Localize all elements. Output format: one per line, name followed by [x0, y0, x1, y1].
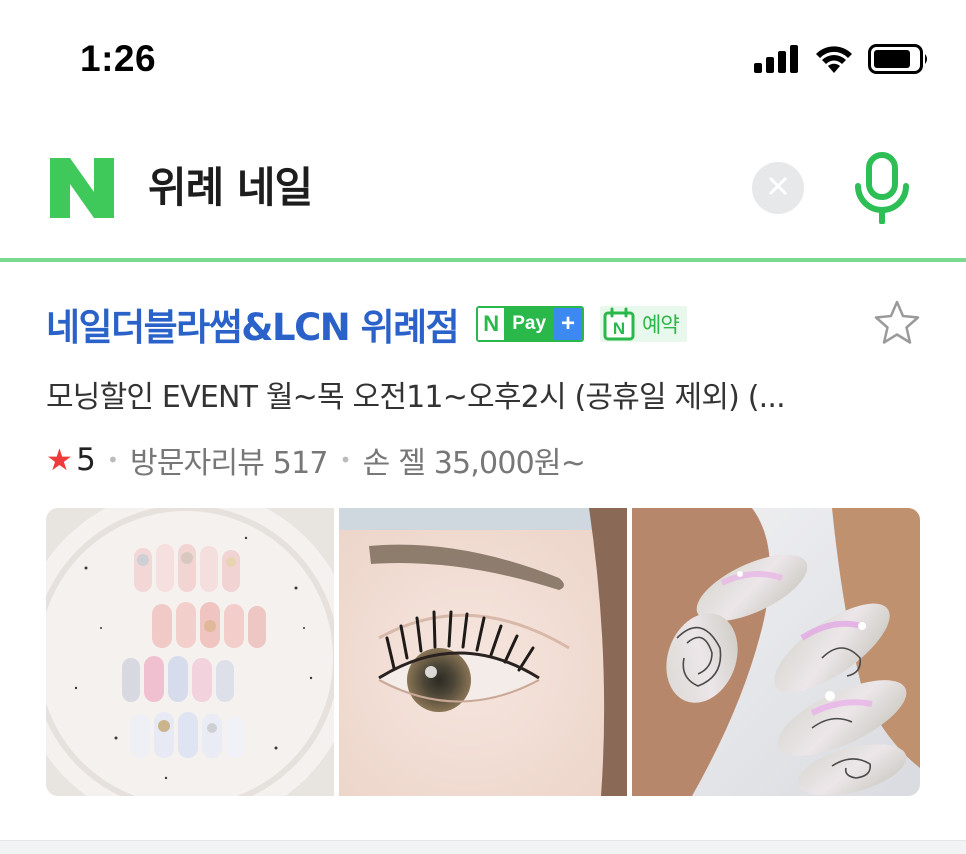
search-underline: [0, 258, 966, 262]
cellular-signal-icon: [754, 45, 800, 77]
rating-value: 5: [76, 442, 96, 478]
npay-plus-icon: +: [554, 308, 583, 340]
npay-badge: N Pay +: [476, 306, 585, 342]
place-meta-row: ★ 5 • 방문자리뷰 517 • 손 젤 35,000원~: [46, 434, 586, 486]
section-divider: [0, 840, 966, 854]
price-info: 손 젤 35,000원~: [362, 446, 586, 481]
clear-search-button[interactable]: [752, 162, 804, 214]
place-title-link[interactable]: 네일더블라썸&LCN 위례점: [46, 297, 460, 351]
place-photo-row: [46, 508, 920, 796]
visitor-review-count[interactable]: 방문자리뷰 517: [130, 438, 328, 482]
place-title-row: 네일더블라썸&LCN 위례점 N Pay + N 예약: [46, 294, 926, 354]
rating-star-icon: ★: [46, 442, 73, 478]
status-bar: 1:26: [0, 0, 966, 110]
search-input[interactable]: 위례 네일: [148, 158, 313, 218]
close-icon: [767, 175, 789, 201]
status-icons: [754, 44, 930, 78]
reservation-badge[interactable]: N 예약: [600, 306, 687, 342]
voice-search-button[interactable]: [850, 152, 914, 225]
microphone-icon: [850, 152, 914, 228]
status-time: 1:26: [80, 38, 157, 79]
wifi-icon: [814, 44, 854, 78]
calendar-n-icon: N: [602, 307, 636, 341]
eyelash-lift-photo[interactable]: [339, 508, 627, 796]
meta-separator: •: [107, 448, 119, 472]
npay-pay-label: Pay: [504, 308, 555, 340]
nail-art-hand-photo[interactable]: [632, 508, 920, 796]
npay-n-logo: N: [478, 308, 505, 340]
svg-text:N: N: [613, 319, 625, 338]
place-description: 모닝할인 EVENT 월~목 오전11~오후2시 (공휴일 제외) (...: [46, 380, 786, 415]
battery-icon: [868, 44, 930, 78]
nail-tips-on-plate-photo[interactable]: [46, 508, 334, 796]
search-bar: 위례 네일: [0, 128, 966, 260]
star-outline-icon: [872, 300, 922, 352]
favorite-star-button[interactable]: [872, 298, 922, 348]
meta-separator: •: [339, 448, 352, 472]
reservation-label: 예약: [642, 313, 680, 337]
naver-logo[interactable]: [50, 158, 114, 218]
